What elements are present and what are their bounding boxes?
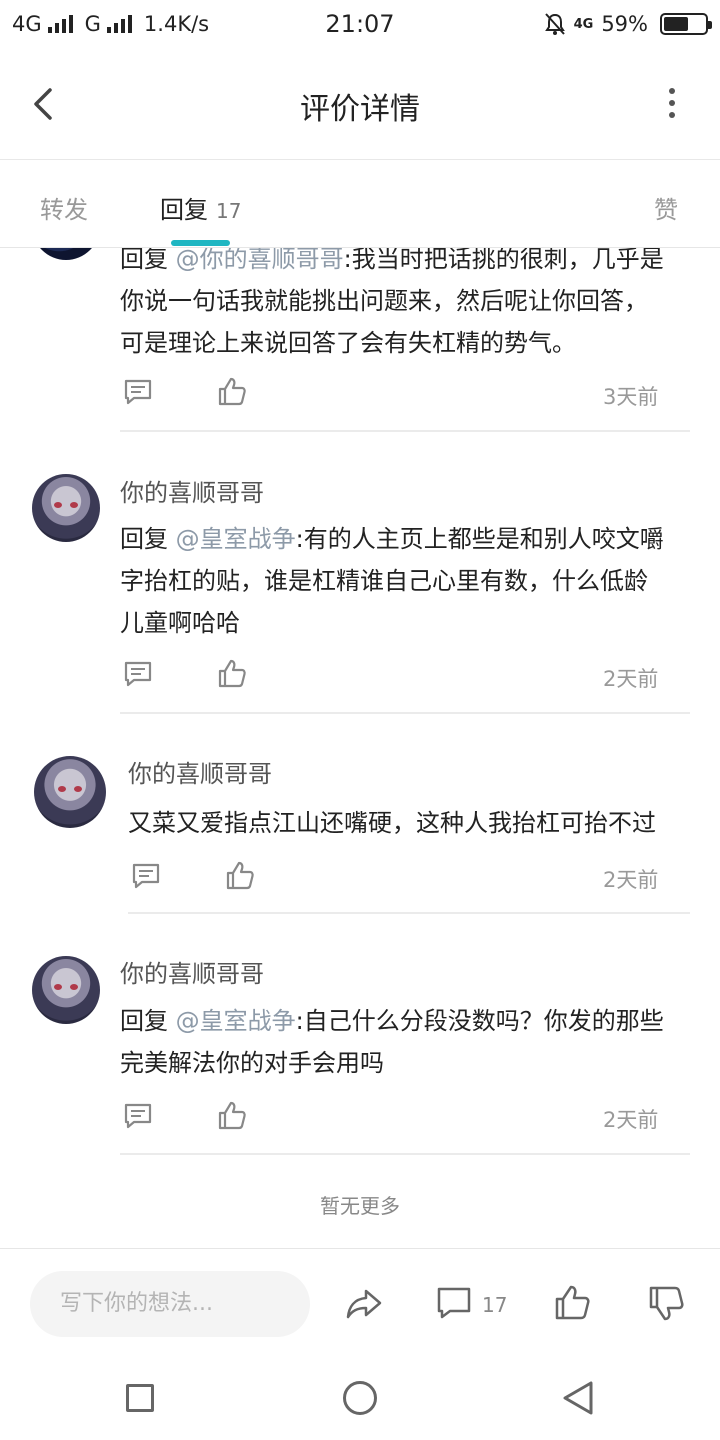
commenter-name[interactable]: 你的喜顺哥哥 <box>120 954 264 989</box>
comment-line-3: 可是理论上来说回答了会有失杠精的势气。 <box>120 329 576 357</box>
tab-forward[interactable]: 转发 <box>40 190 88 225</box>
battery-fill <box>664 17 688 31</box>
reply-comment-icon[interactable] <box>130 860 162 892</box>
avatar[interactable] <box>34 756 106 828</box>
commenter-name[interactable]: 你的喜顺哥哥 <box>128 754 272 789</box>
lte-indicator: 4G <box>573 16 594 32</box>
avatar[interactable] <box>32 248 100 260</box>
battery-percent: 59% <box>601 12 648 36</box>
comment-line-3: 儿童啊哈哈 <box>120 609 240 637</box>
comment-line-1: :自己什么分段没数吗？你发的那些 <box>295 1007 664 1035</box>
comment-input[interactable]: 写下你的想法... <box>30 1271 310 1337</box>
reply-prefix: 回复 <box>120 248 168 273</box>
reply-prefix: 回复 <box>120 525 168 553</box>
reply-comment-icon[interactable] <box>122 376 154 408</box>
avatar[interactable] <box>32 956 100 1024</box>
mention-link[interactable]: @你的喜顺哥哥 <box>176 248 344 273</box>
like-thumb-icon[interactable] <box>224 860 256 892</box>
app-header: 评价详情 <box>0 50 720 160</box>
tab-forward-label: 转发 <box>40 196 88 224</box>
comment-count: 17 <box>482 1293 508 1317</box>
like-thumb-icon[interactable] <box>552 1283 592 1323</box>
tab-replies-label: 回复 <box>160 196 208 224</box>
comment-icon[interactable] <box>434 1283 474 1323</box>
comment-time: 2天前 <box>603 1108 659 1132</box>
page-title: 评价详情 <box>300 92 420 127</box>
reply-comment-icon[interactable] <box>122 658 154 690</box>
bottom-action-bar: 写下你的想法... 17 <box>0 1248 720 1358</box>
recent-apps-button[interactable] <box>126 1384 154 1412</box>
comment-line-1: :我当时把话挑的很刺，几乎是 <box>343 248 664 273</box>
home-button[interactable] <box>343 1381 377 1415</box>
like-thumb-icon[interactable] <box>216 1100 248 1132</box>
mention-link[interactable]: @皇室战争 <box>176 1007 296 1035</box>
comment-line-2: 完美解法你的对手会用吗 <box>120 1049 384 1077</box>
like-thumb-icon[interactable] <box>216 658 248 690</box>
tab-likes[interactable]: 赞 <box>654 190 678 225</box>
comment-text: 回复 @皇室战争:自己什么分段没数吗？你发的那些 完美解法你的对手会用吗 <box>120 1000 700 1084</box>
system-indicators: 4G 59% <box>544 12 712 36</box>
comment-text: 回复 @你的喜顺哥哥:我当时把话挑的很刺，几乎是 你说一句话我就能挑出问题来，然… <box>120 248 700 364</box>
reply-list: 回复 @你的喜顺哥哥:我当时把话挑的很刺，几乎是 你说一句话我就能挑出问题来，然… <box>0 248 720 1248</box>
battery-icon <box>660 13 712 35</box>
divider <box>120 712 690 714</box>
mute-bell-icon <box>544 13 565 35</box>
comment-line-2: 字抬杠的贴，谁是杠精谁自己心里有数，什么低龄 <box>120 567 648 595</box>
tab-bar: 转发 回复 17 赞 <box>0 160 720 248</box>
tab-replies[interactable]: 回复 17 <box>160 190 241 225</box>
status-bar: 4G G 1.4K/s 21:07 4G 59% <box>0 0 720 50</box>
divider <box>120 430 690 432</box>
no-more-text: 暂无更多 <box>320 1194 400 1218</box>
like-thumb-icon[interactable] <box>216 376 248 408</box>
tab-likes-label: 赞 <box>654 196 678 224</box>
divider <box>120 1153 690 1155</box>
comment-time: 3天前 <box>603 385 659 409</box>
avatar[interactable] <box>32 474 100 542</box>
reply-comment-icon[interactable] <box>122 1100 154 1132</box>
more-vertical-icon[interactable] <box>664 88 680 122</box>
active-tab-indicator <box>171 240 230 246</box>
system-nav-bar <box>0 1358 720 1440</box>
comment-text: 回复 @皇室战争:有的人主页上都些是和别人咬文嚼 字抬杠的贴，谁是杠精谁自己心里… <box>120 518 700 644</box>
share-icon[interactable] <box>344 1283 384 1323</box>
nav-back-icon[interactable] <box>561 1380 597 1416</box>
mention-link[interactable]: @皇室战争 <box>176 525 296 553</box>
comment-time: 2天前 <box>603 868 659 892</box>
comment-line-1: :有的人主页上都些是和别人咬文嚼 <box>295 525 664 553</box>
commenter-name[interactable]: 你的喜顺哥哥 <box>120 473 264 508</box>
dislike-thumb-icon[interactable] <box>646 1283 686 1323</box>
comment-time: 2天前 <box>603 667 659 691</box>
comment-line-2: 你说一句话我就能挑出问题来，然后呢让你回答， <box>120 287 648 315</box>
divider <box>128 912 690 914</box>
reply-prefix: 回复 <box>120 1007 168 1035</box>
tab-replies-count: 17 <box>216 199 242 223</box>
comment-text: 又菜又爱指点江山还嘴硬，这种人我抬杠可抬不过 <box>128 809 656 837</box>
